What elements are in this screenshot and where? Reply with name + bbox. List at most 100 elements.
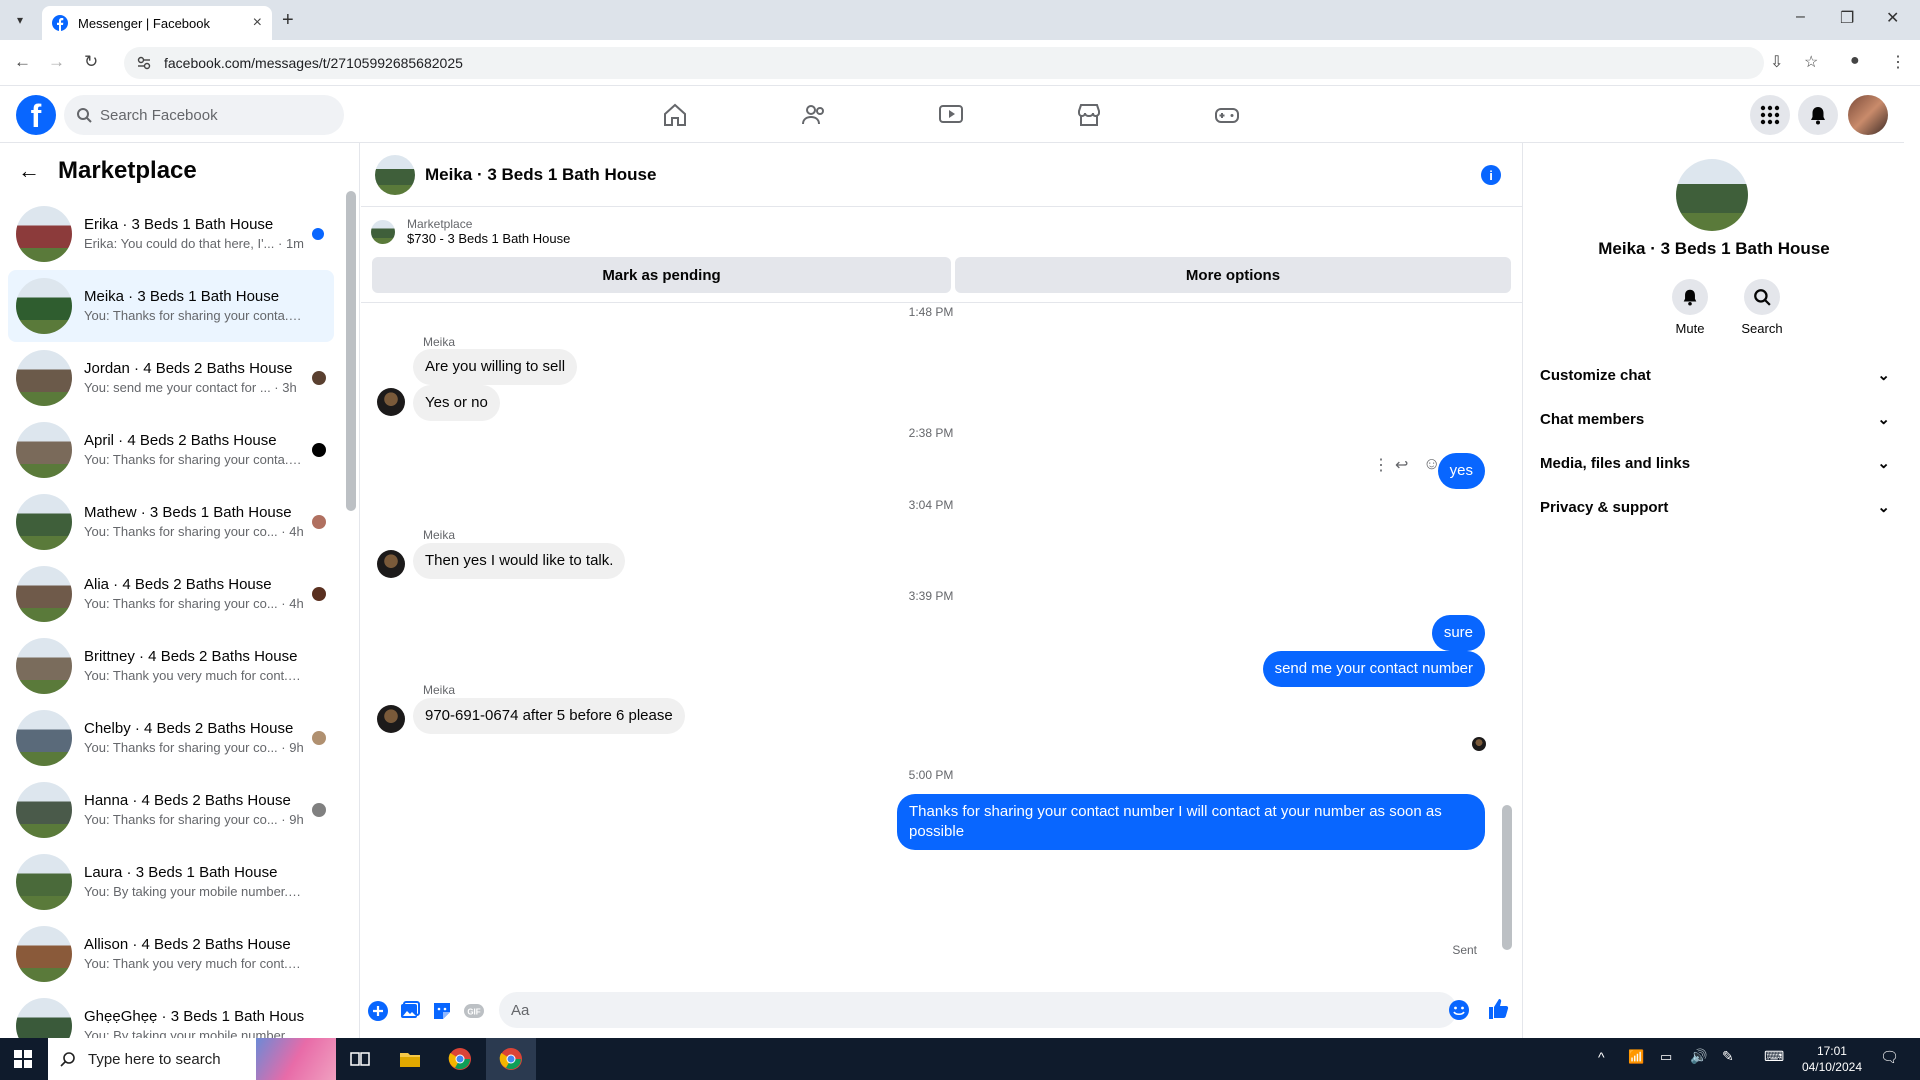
facebook-search-input[interactable]: Search Facebook	[64, 95, 344, 135]
add-circle-icon[interactable]	[367, 1000, 389, 1022]
restore-icon[interactable]: ❐	[1840, 8, 1854, 28]
chevron-down-icon: ⌄	[1877, 455, 1890, 472]
conversation-item[interactable]: Erika · 3 Beds 1 Bath House Erika: You co…	[8, 198, 334, 270]
sidebar-scrollbar[interactable]	[346, 191, 356, 511]
conversation-item[interactable]: Alia · 4 Beds 2 Baths House You: Thanks f…	[8, 558, 334, 630]
back-icon[interactable]: ←	[14, 52, 31, 72]
conversation-item[interactable]: Allison · 4 Beds 2 Baths House You: Thank…	[8, 918, 334, 990]
gif-icon[interactable]: GIF	[463, 1000, 485, 1022]
outgoing-message[interactable]: Thanks for sharing your contact number I…	[897, 794, 1485, 850]
account-avatar[interactable]	[1848, 95, 1888, 135]
menu-grid-icon[interactable]	[1750, 95, 1790, 135]
new-tab-button[interactable]: +	[282, 9, 294, 32]
chat-members-section[interactable]: Chat members ⌄	[1540, 397, 1890, 441]
message-input[interactable]: Aa	[499, 992, 1457, 1028]
close-window-icon[interactable]: ✕	[1886, 8, 1899, 28]
task-view-icon[interactable]	[348, 1047, 372, 1071]
meika-avatar[interactable]	[377, 388, 405, 416]
chrome-menu-icon[interactable]: ⋮	[1890, 52, 1906, 72]
conversation-item[interactable]: April · 4 Beds 2 Baths House You: Thanks …	[8, 414, 334, 486]
photo-icon[interactable]	[399, 1000, 421, 1022]
close-tab-icon[interactable]: ×	[253, 14, 262, 32]
incoming-message[interactable]: 970-691-0674 after 5 before 6 please	[413, 698, 685, 734]
back-arrow-icon[interactable]: ←	[18, 158, 40, 184]
like-thumb-icon[interactable]	[1487, 998, 1509, 1020]
meika-avatar[interactable]	[377, 705, 405, 733]
notifications-bell-icon[interactable]	[1798, 95, 1838, 135]
conversation-preview: You: Thanks for sharing your co... · 4h	[84, 524, 304, 539]
taskbar-clock[interactable]: 17:01 04/10/2024	[1802, 1043, 1862, 1075]
site-info-icon[interactable]	[136, 55, 152, 71]
customize-chat-section[interactable]: Customize chat ⌄	[1540, 353, 1890, 397]
battery-icon[interactable]: ▭	[1660, 1049, 1672, 1065]
outgoing-message[interactable]: yes	[1437, 453, 1485, 489]
media-files-links-section[interactable]: Media, files and links ⌄	[1540, 441, 1890, 485]
incoming-message[interactable]: Yes or no	[413, 385, 500, 421]
browser-tab[interactable]: Messenger | Facebook ×	[42, 6, 272, 40]
conversation-preview: You: By taking your mobile number... · 9…	[84, 884, 304, 899]
marketplace-icon[interactable]	[1074, 100, 1104, 130]
facebook-logo[interactable]: f	[16, 95, 56, 135]
more-options-button[interactable]: More options	[955, 257, 1511, 293]
watch-icon[interactable]	[936, 100, 966, 130]
message-more-icon[interactable]: ⋮	[1373, 455, 1389, 475]
home-icon[interactable]	[660, 100, 690, 130]
gaming-icon[interactable]	[1212, 100, 1242, 130]
chat-avatar[interactable]	[375, 154, 415, 195]
outgoing-message[interactable]: sure	[1431, 615, 1485, 651]
conversation-item[interactable]: Hanna · 4 Beds 2 Baths House You: Thanks …	[8, 774, 334, 846]
outgoing-message[interactable]: send me your contact number	[1262, 651, 1485, 687]
chevron-down-icon: ⌄	[1877, 411, 1890, 428]
conversation-thumbnail	[16, 710, 72, 766]
conversation-name: Laura · 3 Beds 1 Bath House	[84, 864, 278, 881]
conversation-item[interactable]: Brittney · 4 Beds 2 Baths House You: Than…	[8, 630, 334, 702]
incoming-message[interactable]: Then yes I would like to talk.	[413, 543, 626, 579]
conversation-item[interactable]: Mathew · 3 Beds 1 Bath House You: Thanks …	[8, 486, 334, 558]
reload-icon[interactable]: ↻	[84, 52, 98, 72]
pen-icon[interactable]: ✎	[1722, 1048, 1734, 1065]
sticker-icon[interactable]	[431, 1000, 453, 1022]
file-explorer-icon[interactable]	[398, 1047, 422, 1071]
section-label: Media, files and links	[1540, 454, 1691, 472]
page-scrollbar[interactable]	[1904, 86, 1920, 1038]
conversation-item[interactable]: GhẹẹGhẹẹ · 3 Beds 1 Bath House You: By ta…	[8, 990, 334, 1038]
listing-info[interactable]: Marketplace $730 - 3 Beds 1 Bath House	[371, 217, 570, 246]
conversation-item[interactable]: Jordan · 4 Beds 2 Baths House You: send m…	[8, 342, 334, 414]
privacy-support-section[interactable]: Privacy & support ⌄	[1540, 485, 1890, 529]
chrome-profile-icon[interactable]	[499, 1047, 523, 1071]
conversation-item[interactable]: Meika · 3 Beds 1 Bath House You: Thanks f…	[8, 270, 334, 342]
chat-title[interactable]: Meika · 3 Beds 1 Bath House	[425, 165, 656, 185]
search-in-chat-button[interactable]: Search	[1732, 279, 1792, 336]
conversation-item[interactable]: Chelby · 4 Beds 2 Baths House You: Thanks…	[8, 702, 334, 774]
minimize-icon[interactable]: –	[1796, 8, 1805, 26]
friends-icon[interactable]	[799, 100, 829, 130]
conversation-item[interactable]: Laura · 3 Beds 1 Bath House You: By takin…	[8, 846, 334, 918]
tab-search-dropdown[interactable]: ▾	[10, 10, 30, 30]
taskbar-search-input[interactable]: Type here to search	[48, 1038, 336, 1080]
install-app-icon[interactable]: ⇩	[1770, 52, 1783, 72]
info-icon[interactable]: i	[1481, 165, 1501, 185]
notification-center-icon[interactable]: 🗨	[1880, 1048, 1899, 1066]
chrome-icon[interactable]	[448, 1047, 472, 1071]
profile-picture[interactable]	[1676, 159, 1748, 231]
meika-avatar[interactable]	[377, 550, 405, 578]
windows-start-icon[interactable]	[14, 1050, 32, 1068]
mute-button[interactable]: Mute	[1660, 279, 1720, 336]
chat-scrollbar[interactable]	[1502, 303, 1512, 958]
reply-icon[interactable]: ↩	[1395, 455, 1408, 475]
mark-as-pending-button[interactable]: Mark as pending	[372, 257, 951, 293]
seen-avatar	[312, 803, 326, 817]
search-icon	[60, 1052, 75, 1067]
incoming-message[interactable]: Are you willing to sell	[413, 349, 578, 385]
conversation-preview: You: Thank you very much for cont... · 7…	[84, 668, 304, 683]
emoji-icon[interactable]	[1448, 999, 1470, 1021]
forward-icon[interactable]: →	[48, 52, 65, 72]
volume-icon[interactable]: 🔊	[1690, 1048, 1707, 1065]
url-field[interactable]: facebook.com/messages/t/2710599268568202…	[124, 47, 1764, 79]
profile-icon[interactable]: ●	[1850, 52, 1860, 70]
show-hidden-icons[interactable]: ^	[1598, 1049, 1605, 1065]
keyboard-icon[interactable]: ⌨	[1764, 1048, 1784, 1065]
bookmark-star-icon[interactable]: ☆	[1804, 52, 1818, 72]
seen-avatar	[312, 731, 326, 745]
network-icon[interactable]: 📶	[1628, 1049, 1644, 1065]
